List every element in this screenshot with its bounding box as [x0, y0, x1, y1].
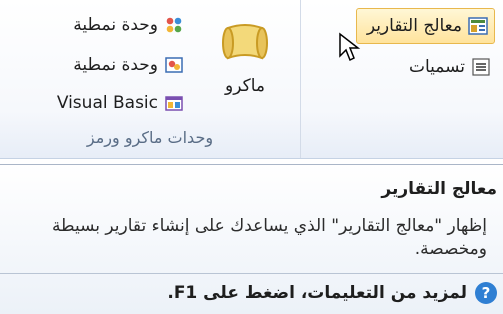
module-button[interactable]: وحدة نمطية [73, 10, 184, 40]
module-label: وحدة نمطية [73, 15, 158, 35]
report-wizard-icon [468, 17, 488, 35]
labels-button[interactable]: تسميات [409, 52, 491, 82]
class-module-button[interactable]: وحدة نمطية [73, 50, 184, 80]
reports-group: معالج التقارير تسميات [305, 0, 503, 158]
tooltip-help: ? لمزيد من التعليمات، اضغط على F1. [167, 282, 497, 304]
macro-button[interactable]: ماكرو [200, 18, 290, 118]
report-wizard-button[interactable]: معالج التقارير [355, 8, 495, 44]
tooltip-divider [0, 273, 503, 274]
class-module-label: وحدة نمطية [73, 55, 158, 75]
visual-basic-icon [165, 96, 183, 111]
tooltip-title: معالج التقارير [381, 179, 497, 199]
help-icon: ? [475, 282, 497, 304]
tooltip: معالج التقارير إظهار "معالج التقارير" ال… [0, 164, 503, 314]
class-module-icon [165, 57, 183, 73]
module-icon [166, 17, 182, 33]
report-wizard-label: معالج التقارير [366, 16, 462, 36]
visual-basic-button[interactable]: Visual Basic [57, 88, 184, 118]
ribbon: معالج التقارير تسميات وحدة نمطية وحدة نم… [0, 0, 503, 159]
mouse-pointer-icon [339, 32, 361, 62]
visual-basic-label: Visual Basic [56, 93, 158, 113]
tooltip-description: إظهار "معالج التقارير" الذي يساعدك على إ… [51, 216, 487, 259]
macro-label: ماكرو [225, 76, 265, 96]
macro-scroll-icon [222, 24, 268, 60]
macros-code-group: وحدة نمطية وحدة نمطية Visual Basic ماكرو… [0, 0, 301, 158]
tooltip-help-text: لمزيد من التعليمات، اضغط على F1. [167, 283, 467, 303]
labels-label: تسميات [408, 57, 465, 77]
group-label: وحدات ماكرو ورمز [86, 128, 214, 147]
labels-icon [472, 58, 490, 76]
